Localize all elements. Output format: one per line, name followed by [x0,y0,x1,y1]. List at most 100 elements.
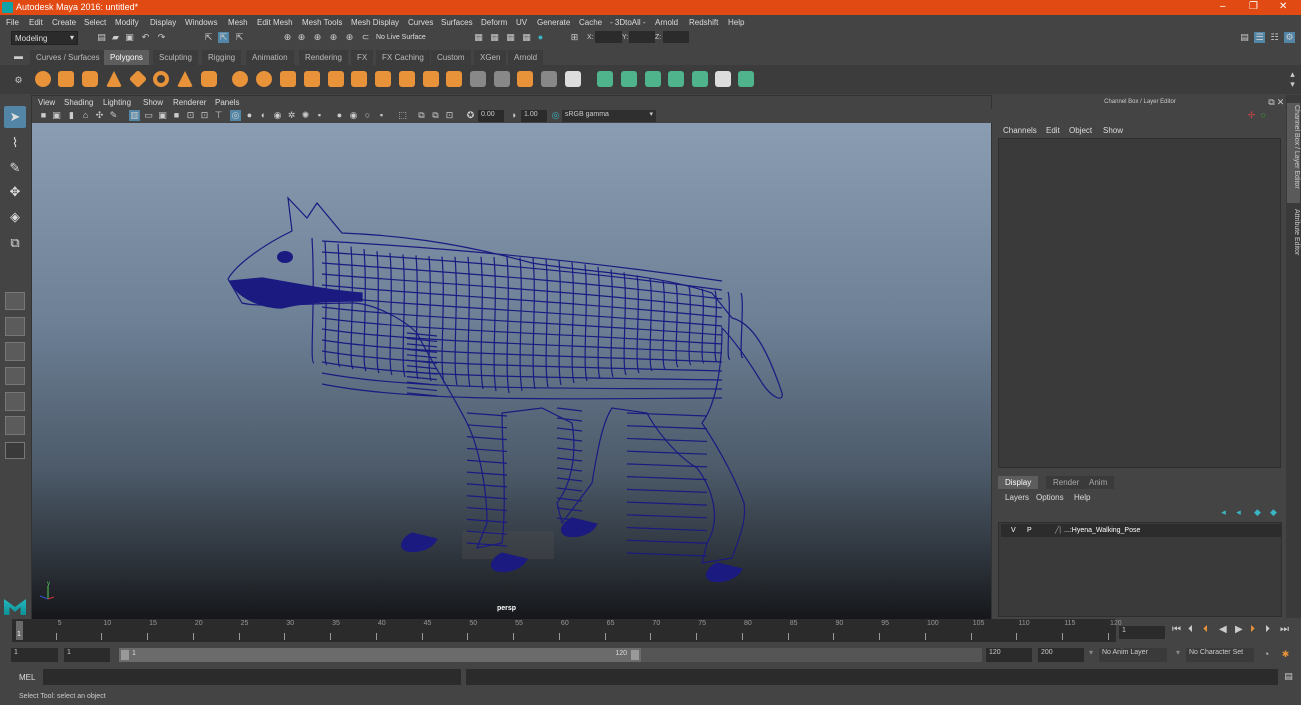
shelf-tab-custom[interactable]: Custom [431,50,471,65]
separate-icon[interactable] [256,71,272,87]
shelf-tab-arnold[interactable]: Arnold [508,50,544,65]
planar-mapping-icon[interactable] [597,71,613,87]
script-editor-icon[interactable]: ▤ [1283,671,1294,682]
screen-space-ao-icon[interactable]: ● [334,110,345,121]
poly-cone-icon[interactable] [106,71,122,87]
menu-mesh-tools[interactable]: Mesh Tools [302,18,342,27]
menu-surfaces[interactable]: Surfaces [441,18,473,27]
hypershade-icon[interactable]: ● [535,32,546,43]
contour-stretch-icon[interactable] [692,71,708,87]
custom-layout-icon[interactable] [5,442,25,459]
menu-edit[interactable]: Edit [29,18,43,27]
menu-curves[interactable]: Curves [408,18,433,27]
image-plane-icon[interactable]: ⌂ [80,110,91,121]
shelf-tab-fx-caching[interactable]: FX Caching [376,50,430,65]
cb-menu-show[interactable]: Show [1103,126,1123,135]
wireframe-icon[interactable]: ◎ [230,110,241,121]
vp-menu-lighting[interactable]: Lighting [103,98,131,107]
offset-edge-loop-icon[interactable] [494,71,510,87]
insert-edge-loop-icon[interactable] [470,71,486,87]
gate-mask-icon[interactable]: ■ [171,110,182,121]
render-current-icon[interactable]: ▦ [489,32,500,43]
isolate-select-icon[interactable]: ⬚ [397,110,408,121]
gamma-icon[interactable]: ◑ [508,110,519,121]
shelf-settings-icon[interactable]: ⚙ [13,75,24,86]
shelf-tab-curves-surfaces[interactable]: Curves / Surfaces [30,50,106,65]
shelf-tab-sculpting[interactable]: Sculpting [153,50,198,65]
smooth-icon[interactable] [304,71,320,87]
menu-redshift[interactable]: Redshift [689,18,718,27]
spherical-mapping-icon[interactable] [645,71,661,87]
animation-preferences-icon[interactable]: ✱ [1280,649,1291,660]
end-time-field[interactable]: 120 [986,648,1032,662]
menu-cache[interactable]: Cache [579,18,602,27]
range-end-handle[interactable] [631,650,639,660]
time-slider[interactable]: 1 5 10 15 20 25 30 35 40 45 50 55 60 65 70 75 80 85 90 95 1… [12,619,1122,642]
layer-menu-options[interactable]: Options [1036,493,1064,502]
menu-generate[interactable]: Generate [537,18,570,27]
poly-sphere-icon[interactable] [35,71,51,87]
smooth-shade-icon[interactable]: ● [244,110,255,121]
color-management-icon[interactable]: ◎ [550,110,561,121]
render-view-icon[interactable]: ▦ [473,32,484,43]
single-pane-layout-icon[interactable] [5,292,25,310]
xray-icon[interactable]: ⧉ [416,110,427,121]
snap-view-plane-icon[interactable]: ⊕ [328,32,339,43]
persp-graph-layout-icon[interactable] [5,416,25,435]
multi-cut-icon[interactable] [375,71,391,87]
target-weld-icon[interactable] [541,71,557,87]
color-space-dropdown[interactable]: sRGB gamma ▾ [562,110,656,122]
maya-home-icon[interactable] [4,599,26,615]
menu-select[interactable]: Select [84,18,106,27]
start-time-field[interactable]: 1 [11,648,58,662]
side-tab-attribute-editor[interactable]: Attribute Editor [1287,209,1300,269]
tool-settings-toggle-icon[interactable]: ⚙ [1284,32,1295,43]
menu-mesh[interactable]: Mesh [228,18,248,27]
uv-editor-icon[interactable] [715,71,731,87]
gamma-field[interactable]: 1.00 [521,110,547,122]
safe-action-icon[interactable]: ⊡ [199,110,210,121]
menu-deform[interactable]: Deform [481,18,507,27]
menu-3dtoall[interactable]: - 3DtoAll - [610,18,646,27]
bookmark-icon[interactable]: ▮ [66,110,77,121]
vp-menu-panels[interactable]: Panels [215,98,239,107]
shelf-scroll-down-icon[interactable]: ▾ [1287,79,1298,90]
resolution-gate-icon[interactable]: ▣ [157,110,168,121]
menu-file[interactable]: File [6,18,19,27]
cylindrical-mapping-icon[interactable] [621,71,637,87]
layer-menu-layers[interactable]: Layers [1005,493,1029,502]
shelf-tab-fx[interactable]: FX [351,50,374,65]
layer-visibility-toggle[interactable]: V [1011,527,1016,534]
go-to-end-icon[interactable]: ⏭ [1280,624,1289,635]
select-object-icon[interactable]: ⇱ [218,32,229,43]
save-scene-icon[interactable]: ▣ [124,32,135,43]
new-scene-icon[interactable]: ▤ [96,32,107,43]
cb-menu-edit[interactable]: Edit [1046,126,1060,135]
z-field[interactable] [663,31,689,43]
fill-hole-icon[interactable] [565,71,581,87]
menu-help[interactable]: Help [728,18,744,27]
mirror-icon[interactable] [280,71,296,87]
command-input[interactable] [43,669,461,685]
move-tool-icon[interactable]: ✥ [4,181,26,203]
xray-joints-icon[interactable]: ⧉ [430,110,441,121]
menu-display[interactable]: Display [150,18,176,27]
step-forward-frame-icon[interactable]: ⏵ [1265,624,1270,635]
transform-input-icon[interactable]: ⊞ [569,32,580,43]
shelf-tab-rigging[interactable]: Rigging [202,50,242,65]
ipr-render-icon[interactable]: ▦ [505,32,516,43]
append-polygon-icon[interactable] [517,71,533,87]
bevel-icon[interactable] [423,71,439,87]
motion-blur-icon[interactable]: ◉ [348,110,359,121]
menu-uv[interactable]: UV [516,18,527,27]
menu-arnold[interactable]: Arnold [655,18,678,27]
character-set-dropdown[interactable]: No Character Set [1186,648,1254,662]
attribute-editor-toggle-icon[interactable]: ☷ [1269,32,1280,43]
bridge-icon[interactable] [446,71,462,87]
close-button[interactable]: ✕ [1279,1,1287,12]
layer-tab-render[interactable]: Render [1046,476,1087,489]
anim-layer-dropdown[interactable]: No Anim Layer [1099,648,1167,662]
poly-plane-icon[interactable] [128,69,148,89]
command-language-label[interactable]: MEL [19,673,35,682]
reduce-icon[interactable] [328,71,344,87]
